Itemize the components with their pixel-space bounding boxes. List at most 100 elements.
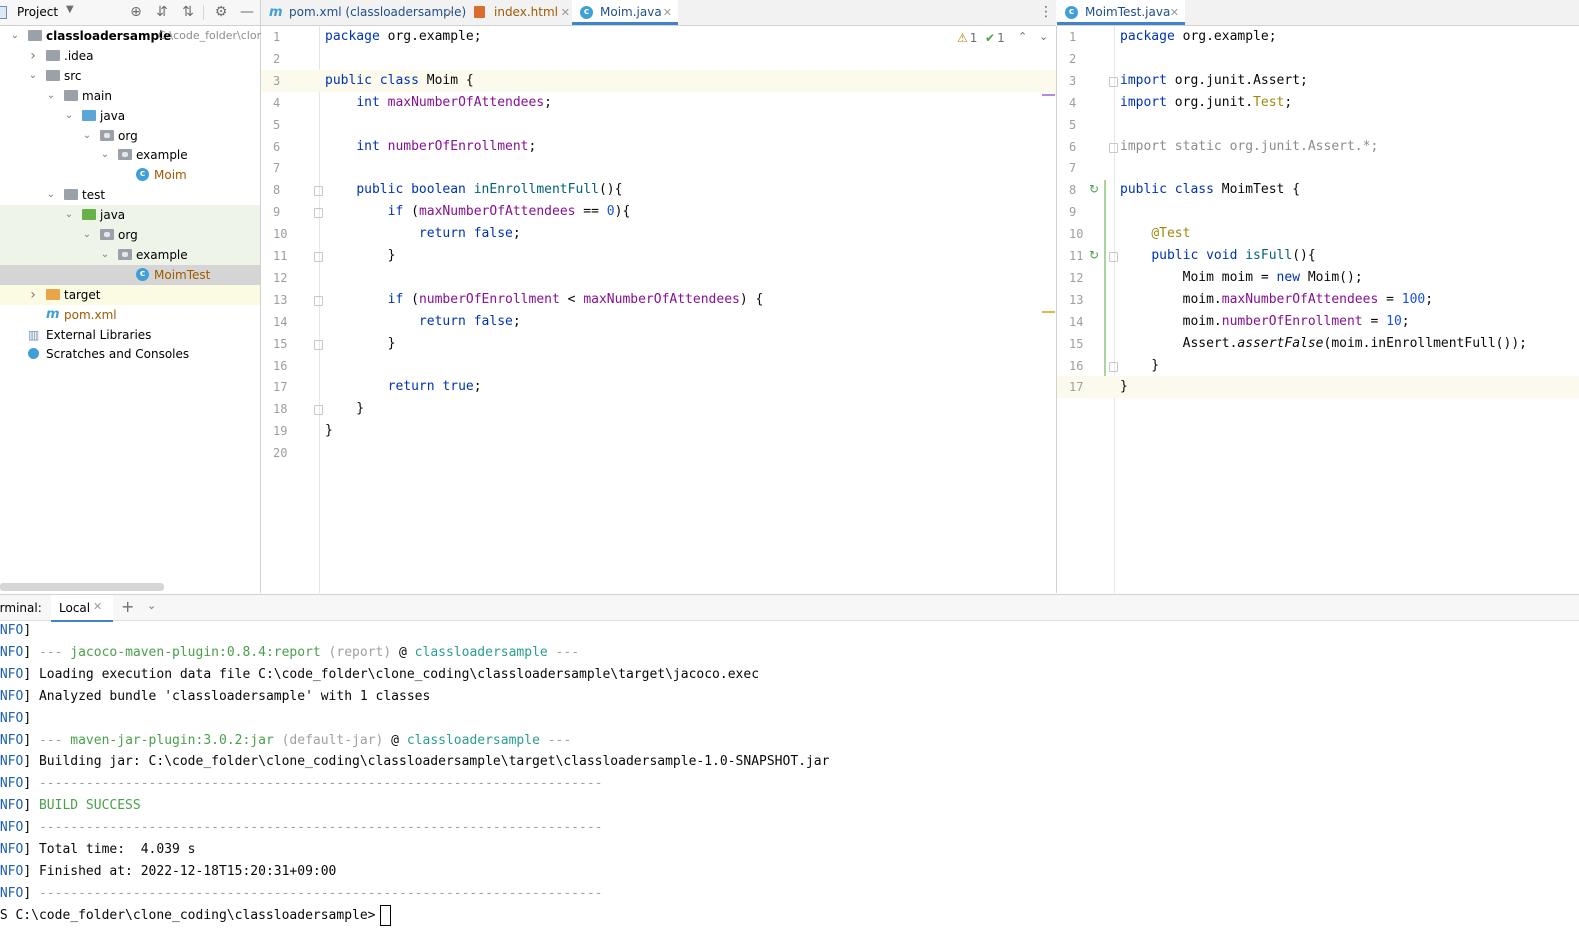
tree-item-scratches-and-consoles[interactable]: Scratches and Consoles <box>0 344 260 364</box>
tree-item-main[interactable]: ⌄ main <box>0 86 260 106</box>
code-line[interactable]: public class Moim { <box>325 70 474 92</box>
code-line[interactable]: Assert.assertFalse(moim.inEnrollmentFull… <box>1120 333 1527 355</box>
code-line[interactable]: } <box>325 333 396 355</box>
horizontal-scrollbar[interactable] <box>0 583 164 591</box>
chevron-right-icon[interactable]: › <box>27 285 39 305</box>
gear-icon[interactable]: ⚙ <box>213 4 229 20</box>
code-area[interactable]: 1 package org.example; 2 3 import org.junit.… <box>1057 26 1579 593</box>
code-line[interactable]: package org.example; <box>325 26 482 48</box>
code-line[interactable]: public class MoimTest { <box>1120 179 1300 201</box>
chevron-down-icon[interactable]: ⌄ <box>63 205 75 225</box>
code-line[interactable]: } <box>1120 376 1128 398</box>
close-icon[interactable]: ✕ <box>663 0 672 25</box>
chevron-down-icon[interactable]: ⌄ <box>99 145 111 165</box>
fold-marker-icon[interactable] <box>314 186 323 197</box>
code-line[interactable]: public void isFull(){ <box>1120 245 1315 267</box>
tree-item-src[interactable]: ⌄ src <box>0 66 260 86</box>
code-line[interactable]: import org.junit.Test; <box>1120 92 1292 114</box>
tab-index-html[interactable]: index.html ✕ <box>466 0 576 24</box>
editor-moim-java[interactable]: 1 package org.example; 2 3 public class Moim… <box>261 26 1057 593</box>
code-line[interactable]: import static org.junit.Assert.*; <box>1120 136 1378 158</box>
chevron-down-icon[interactable]: ⌄ <box>27 66 39 86</box>
tree-item-classloadersample[interactable]: ⌄ classloadersample C:\code_folder\clone <box>0 26 271 46</box>
chevron-down-icon[interactable]: ⌄ <box>45 185 57 205</box>
code-line[interactable]: return false; <box>325 223 521 245</box>
code-line[interactable]: int maxNumberOfAttendees; <box>325 92 552 114</box>
fold-marker-icon[interactable] <box>314 295 323 306</box>
tab-moimtest-java[interactable]: c MoimTest.java ✕ <box>1057 0 1185 25</box>
tree-item-org[interactable]: ⌄ org <box>0 225 260 245</box>
code-line[interactable]: if (maxNumberOfAttendees == 0){ <box>325 201 631 223</box>
code-line[interactable]: @Test <box>1120 223 1190 245</box>
run-test-icon[interactable]: ↻ <box>1089 183 1101 195</box>
code-line[interactable]: moim.maxNumberOfAttendees = 100; <box>1120 289 1433 311</box>
locate-file-icon[interactable]: ⊕ <box>128 4 144 20</box>
editor-moimtest-java[interactable]: 1 package org.example; 2 3 import org.junit.… <box>1057 26 1579 593</box>
tree-item-target[interactable]: › target <box>0 284 260 305</box>
expand-all-icon[interactable]: ⇵ <box>154 4 170 20</box>
tree-item-java[interactable]: ⌄ java <box>0 106 260 126</box>
tab-pom-xml[interactable]: m pom.xml (classloadersample) ✕ <box>261 0 466 25</box>
code-line[interactable]: return true; <box>325 376 482 398</box>
fold-marker-icon[interactable] <box>314 208 323 219</box>
close-icon[interactable]: ✕ <box>561 0 570 25</box>
code-line[interactable]: } <box>325 245 396 267</box>
close-icon[interactable]: ✕ <box>93 600 102 613</box>
fold-marker-icon[interactable] <box>1109 361 1118 372</box>
terminal-prompt[interactable]: PS C:\code_folder\clone_coding\classload… <box>0 904 391 927</box>
tree-item-external-libraries[interactable]: ▥ External Libraries <box>0 325 260 345</box>
close-icon[interactable]: ✕ <box>446 0 455 25</box>
run-test-icon[interactable]: ↻ <box>1089 249 1101 261</box>
tree-item-pom-xml[interactable]: m pom.xml <box>0 305 260 325</box>
chevron-up-icon[interactable]: ⌃ <box>1018 30 1027 43</box>
tree-item-example[interactable]: ⌄ example <box>0 244 260 265</box>
collapse-all-icon[interactable]: ⇅ <box>180 4 196 20</box>
terminal-tab-local[interactable]: Local ✕ <box>51 595 113 622</box>
code-line[interactable]: public boolean inEnrollmentFull(){ <box>325 179 622 201</box>
more-tabs-icon[interactable]: ⋮ <box>1039 4 1053 20</box>
tab-moim-java[interactable]: c Moim.java ✕ <box>572 0 678 25</box>
chevron-down-icon[interactable]: ⌄ <box>81 126 93 146</box>
new-terminal-icon[interactable]: + <box>121 597 134 616</box>
code-line[interactable]: } <box>325 420 333 442</box>
fold-marker-icon[interactable] <box>314 252 323 262</box>
chevron-down-icon[interactable]: ⌄ <box>9 26 21 46</box>
tree-item-org[interactable]: ⌄ org <box>0 126 260 146</box>
close-icon[interactable]: ✕ <box>1170 0 1179 25</box>
fold-marker-icon[interactable] <box>1109 76 1118 87</box>
chevron-down-icon[interactable]: ▼ <box>66 4 74 15</box>
code-line[interactable]: int numberOfEnrollment; <box>325 136 536 158</box>
code-line[interactable]: } <box>1120 355 1159 377</box>
terminal-output[interactable]: INFO]INFO] --- jacoco-maven-plugin:0.8.4… <box>0 620 1579 934</box>
tree-item-test[interactable]: ⌄ test <box>0 185 260 205</box>
tree-item-java[interactable]: ⌄ java <box>0 205 260 226</box>
code-line[interactable]: moim.numberOfEnrollment = 10; <box>1120 311 1410 333</box>
code-line[interactable]: if (numberOfEnrollment < maxNumberOfAtte… <box>325 289 764 311</box>
code-line[interactable]: } <box>325 398 364 420</box>
code-area[interactable]: 1 package org.example; 2 3 public class Moim… <box>261 26 1056 593</box>
code-line[interactable]: return false; <box>325 311 521 333</box>
fold-marker-icon[interactable] <box>314 405 323 416</box>
tree-item--idea[interactable]: › .idea <box>0 46 260 66</box>
code-line[interactable]: import org.junit.Assert; <box>1120 70 1308 92</box>
chevron-down-icon[interactable]: ⌄ <box>63 106 75 126</box>
tree-item-moimtest[interactable]: c MoimTest <box>0 264 260 285</box>
chevron-down-icon[interactable]: ⌄ <box>1039 30 1048 43</box>
chevron-down-icon[interactable]: ⌄ <box>99 245 111 265</box>
minimize-icon[interactable]: — <box>239 4 255 20</box>
chevron-right-icon[interactable]: › <box>27 46 39 66</box>
chevron-down-icon[interactable]: ⌄ <box>45 86 57 106</box>
typo-indicator[interactable]: ✔ 1 <box>985 31 1005 45</box>
code-line[interactable]: Moim moim = new Moim(); <box>1120 267 1363 289</box>
chevron-down-icon[interactable]: ⌄ <box>81 225 93 245</box>
tree-item-example[interactable]: ⌄ example <box>0 145 260 165</box>
warning-indicator[interactable]: ⚠ 1 <box>957 31 977 45</box>
fold-marker-icon[interactable] <box>1109 252 1118 262</box>
code-line[interactable]: package org.example; <box>1120 26 1277 48</box>
fold-marker-icon[interactable] <box>1109 142 1118 153</box>
fold-marker-icon[interactable] <box>314 339 323 350</box>
terminal-cursor[interactable] <box>379 904 391 926</box>
project-view-title[interactable]: Project <box>17 5 58 19</box>
chevron-down-icon[interactable]: ⌄ <box>147 599 156 612</box>
tree-item-moim[interactable]: c Moim <box>0 165 260 185</box>
